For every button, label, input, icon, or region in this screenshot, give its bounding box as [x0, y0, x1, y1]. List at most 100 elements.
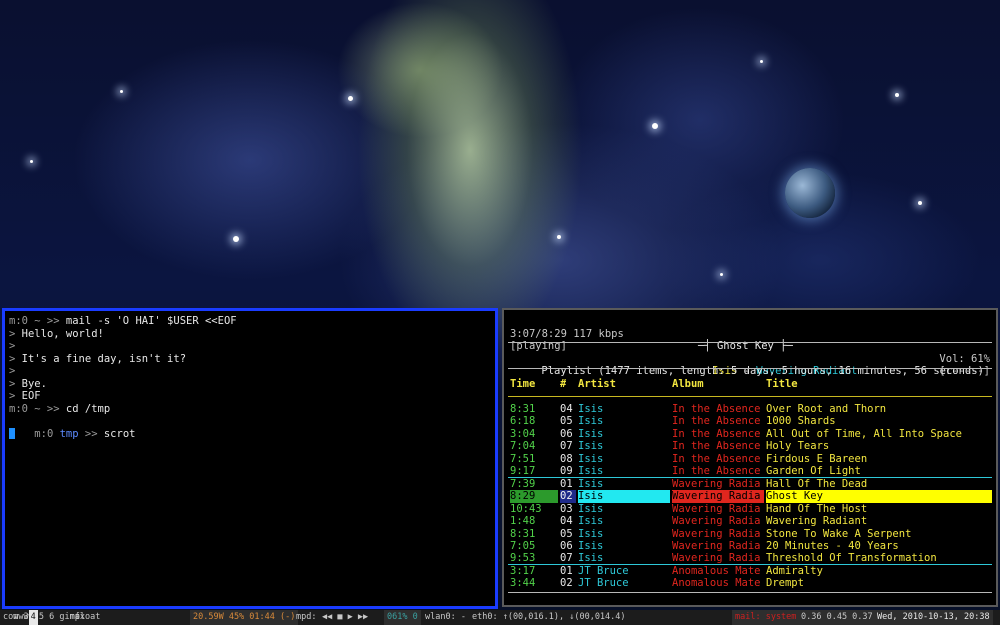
playlist-cell-artist: Isis: [578, 440, 604, 453]
playlist-column-headers: Time # Artist Album Title: [508, 378, 992, 391]
terminal-prompt: >: [9, 390, 22, 402]
mpd-controls[interactable]: ◀◀ ■ ▶ ▶▶: [322, 610, 368, 625]
star: [895, 93, 899, 97]
terminal-line: >: [5, 340, 495, 353]
playlist-cell-artist: Isis: [578, 527, 604, 540]
column-artist[interactable]: Artist: [578, 378, 616, 391]
terminal-line: > EOF: [5, 390, 495, 403]
column-album[interactable]: Album: [672, 378, 704, 391]
column-number[interactable]: #: [560, 378, 566, 391]
tag-float[interactable]: float: [75, 610, 101, 625]
playlist-cell-album: In the Absence: [672, 427, 761, 440]
playlist-row[interactable]: 8:31 04 Isis In the Absence Over Root and Th…: [508, 403, 992, 416]
star: [233, 236, 239, 242]
playlist-cell-artist: Isis: [578, 415, 604, 428]
terminal-line: m:0 ~ >> cd /tmp: [5, 403, 495, 416]
terminal-prompt-line[interactable]: m:0 tmp >> scrot: [5, 415, 495, 440]
terminal-text: mail -s 'O HAI' $USER <<EOF: [65, 315, 237, 327]
playlist-row[interactable]: 3:04 06 Isis In the Absence All Out of Time,…: [508, 428, 992, 441]
playlist-cell-title: Over Root and Thorn: [766, 403, 887, 415]
terminal-prompt: >: [9, 377, 22, 390]
terminal-window[interactable]: m:0 ~ >> mail -s 'O HAI' $USER <<EOF > He…: [2, 308, 498, 609]
playlist-info-text: Playlist (1477 items, length: 5 days, 5 …: [541, 364, 984, 377]
playlist-cell-time: 3:44: [510, 577, 536, 590]
tag-5[interactable]: 5: [39, 610, 44, 625]
playlist-cell-title: Hall Of The Dead: [766, 477, 868, 490]
playlist-row[interactable]: 8:31 05 Isis Wavering Radia Stone To Wake A …: [508, 528, 992, 541]
column-title[interactable]: Title: [766, 378, 798, 391]
star: [652, 123, 658, 129]
playlist-cell-album: In the Absence: [672, 415, 761, 428]
terminal-line: > It's a fine day, isn't it?: [5, 353, 495, 366]
battery-status: 20.59W 45% 01:44 (-): [190, 610, 299, 625]
volume-status: 061% 0: [384, 610, 421, 625]
playlist-cell-time: 8:31: [510, 403, 536, 415]
playlist-cell-num: 02: [560, 577, 573, 590]
star: [918, 201, 922, 205]
album-divider: [508, 476, 992, 478]
column-time[interactable]: Time: [510, 378, 535, 391]
playlist-cell-num: 07: [560, 440, 573, 453]
terminal-prompt: m:0 ~ >>: [9, 402, 66, 415]
playlist-cell-title: 20 Minutes - 40 Years: [766, 539, 899, 552]
playlist-row[interactable]: 7:05 06 Isis Wavering Radia 20 Minutes - 40 …: [508, 540, 992, 553]
playlist-cell-num: 01: [560, 564, 573, 577]
terminal-prompt: >: [9, 352, 22, 365]
terminal-line: > Hello, world!: [5, 328, 495, 341]
playlist-cell-artist: Isis: [578, 403, 604, 415]
playlist-cell-title: Ghost Key: [766, 490, 992, 503]
terminal-text: Bye.: [21, 377, 47, 390]
playlist-cell-num: 03: [560, 502, 573, 515]
prompt-arrow: >>: [78, 427, 104, 440]
playlist-cell-title: 1000 Shards: [766, 415, 836, 428]
planet-image: [785, 168, 835, 218]
playlist-cell-num: 04: [560, 403, 573, 415]
playlist-row[interactable]: 7:51 08 Isis In the Absence Firdous E Bareen: [508, 453, 992, 466]
playlist-cell-num: 08: [560, 452, 573, 465]
playlist-row[interactable]: 6:18 05 Isis In the Absence 1000 Shards: [508, 415, 992, 428]
star: [760, 60, 763, 63]
playlist-row[interactable]: 8:29 02 Isis Wavering Radia Ghost Key: [508, 490, 992, 503]
playlist-cell-album: In the Absence: [672, 440, 761, 453]
terminal-text: It's a fine day, isn't it?: [21, 352, 187, 365]
playlist-cell-artist: Isis: [578, 515, 604, 528]
text-cursor: [9, 428, 15, 439]
playlist-row[interactable]: 3:17 01 JT Bruce Anomalous Mate Admiralty: [508, 565, 992, 578]
playlist-cell-artist: JT Bruce: [578, 564, 629, 577]
playlist-cell-title: Wavering Radiant: [766, 515, 868, 528]
playlist-row[interactable]: 7:39 01 Isis Wavering Radia Hall Of The Dead: [508, 478, 992, 491]
playlist-cell-num: 06: [560, 539, 573, 552]
playlist-cell-artist: Isis: [578, 539, 604, 552]
playlist-cell-time: 3:17: [510, 564, 536, 577]
playlist-row[interactable]: 1:48 04 Isis Wavering Radia Wavering Radiant: [508, 515, 992, 528]
terminal-prompt: m:0 ~ >>: [9, 315, 66, 327]
playlist-cell-num: 05: [560, 527, 573, 540]
music-player-window[interactable]: 3:07/8:29 117 kbps ─┤ Ghost Key ├─ Vol: …: [502, 308, 998, 607]
tag-list: com www 3 4 5 6 gimp max float: [3, 610, 100, 625]
playlist-cell-time: 8:29: [510, 490, 558, 503]
playlist-row[interactable]: 7:04 07 Isis In the Absence Holy Tears: [508, 440, 992, 453]
playlist-row[interactable]: 10:43 03 Isis Wavering Radia Hand Of The Hos…: [508, 503, 992, 516]
playlist-cell-album: Wavering Radia: [672, 515, 761, 528]
terminal-line: m:0 ~ >> mail -s 'O HAI' $USER <<EOF: [5, 315, 495, 328]
playlist-row[interactable]: 3:44 02 JT Bruce Anomalous Mate Drempt: [508, 577, 992, 590]
playlist-cell-time: 8:31: [510, 527, 536, 540]
playlist-cell-artist: Isis: [578, 427, 604, 440]
playlist-cell-album: Wavering Radia: [672, 490, 764, 503]
terminal-output: m:0 ~ >> mail -s 'O HAI' $USER <<EOF > He…: [5, 311, 495, 415]
star: [30, 160, 33, 163]
player-header-top: 3:07/8:29 117 kbps ─┤ Ghost Key ├─ Vol: …: [510, 315, 990, 365]
playlist-cell-artist: Isis: [578, 452, 604, 465]
progress-bar[interactable]: ════════════════════════════════════════…: [510, 591, 990, 604]
playlist-cell-album: Anomalous Mate: [672, 564, 761, 577]
status-bar: com www 3 4 5 6 gimp max float 20.59W 45…: [0, 610, 1000, 625]
star: [720, 273, 723, 276]
playlist-cell-num: 01: [560, 477, 573, 490]
tag-6[interactable]: 6: [49, 610, 54, 625]
terminal-text: cd /tmp: [65, 402, 111, 415]
playlist-cell-album: In the Absence: [672, 403, 761, 415]
playlist-cell-artist: Isis: [578, 490, 670, 503]
playlist-cell-time: 10:43: [510, 502, 542, 515]
tag-4[interactable]: 4: [28, 610, 38, 625]
playlist-cell-time: 1:48: [510, 515, 536, 528]
